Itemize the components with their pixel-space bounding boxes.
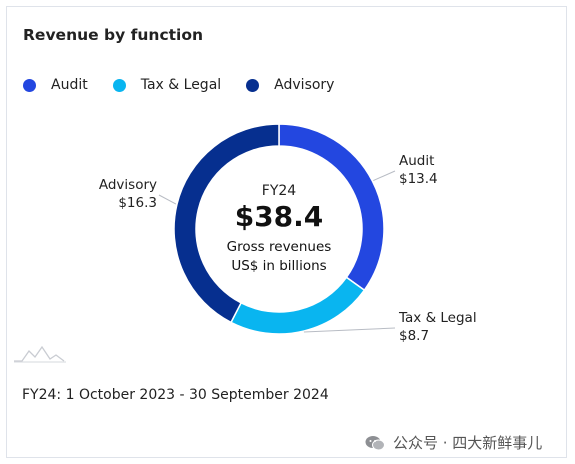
wechat-icon [365, 435, 385, 450]
mountain-chart-icon [14, 345, 66, 363]
chart-card: Revenue by function Audit Tax & Legal Ad… [6, 6, 567, 458]
slice-value-advisory: $16.3 [118, 195, 157, 211]
watermark: 公众号 · 四大新鲜事儿 [365, 432, 542, 453]
donut-center: FY24 $38.4 Gross revenues US$ in billion… [227, 183, 332, 274]
leader-line-tax-legal [303, 327, 396, 333]
slice-label-advisory: Advisory [99, 177, 157, 193]
watermark-text: 公众号 · 四大新鲜事儿 [393, 434, 543, 452]
donut-slice-tax-legal[interactable] [230, 276, 366, 335]
slice-value-audit: $13.4 [399, 171, 438, 187]
center-line-2: US$ in billions [231, 258, 326, 274]
center-line-1: Gross revenues [227, 239, 332, 255]
center-period: FY24 [262, 183, 297, 199]
slice-label-tax-legal: Tax & Legal [398, 310, 477, 326]
slice-value-tax-legal: $8.7 [399, 328, 429, 344]
slice-label-audit: Audit [399, 153, 434, 169]
fiscal-year-footnote: FY24: 1 October 2023 - 30 September 2024 [22, 387, 329, 403]
center-total: $38.4 [235, 200, 324, 233]
leader-line-audit [373, 170, 396, 182]
leader-line-advisory [158, 194, 177, 205]
